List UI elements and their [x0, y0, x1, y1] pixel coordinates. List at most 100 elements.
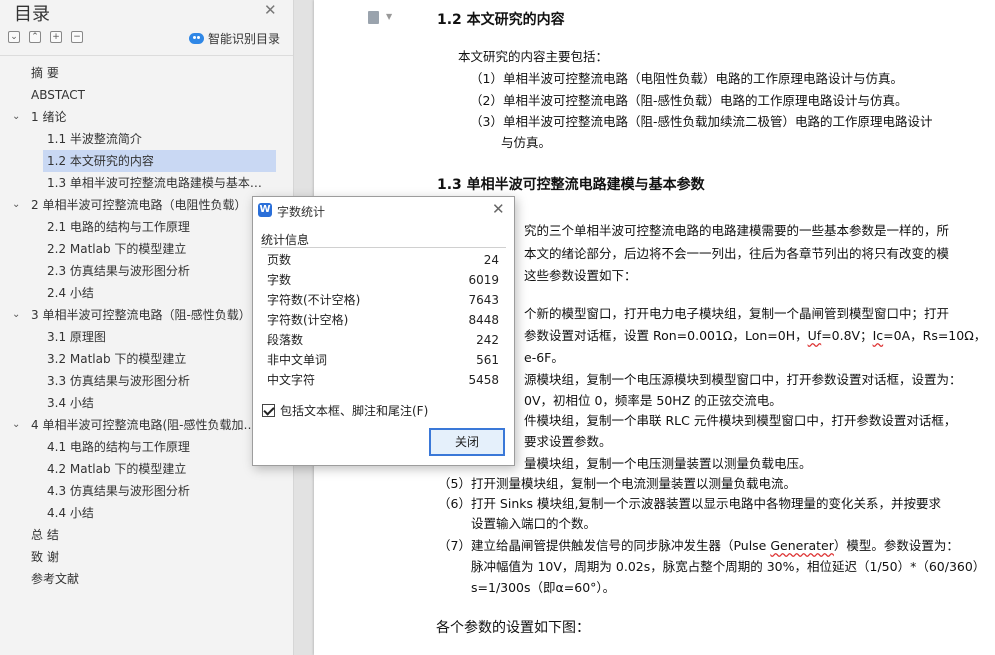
toc-item-label: 致 谢: [31, 550, 59, 564]
stat-row: 字数 6019: [267, 270, 499, 290]
misspelled-word[interactable]: Ic: [873, 328, 884, 343]
close-icon[interactable]: ✕: [492, 200, 505, 218]
smart-toc-button[interactable]: 智能识别目录: [189, 30, 280, 47]
stat-value: 8448: [468, 313, 499, 327]
toc-item-label: 2.1 电路的结构与工作原理: [47, 220, 190, 234]
toc-item[interactable]: 1.2 本文研究的内容: [43, 150, 276, 172]
remove-heading-icon[interactable]: −: [71, 31, 83, 43]
stat-label: 字数: [267, 273, 292, 287]
paragraph: 本文研究的内容主要包括：: [458, 49, 609, 64]
chevron-down-icon[interactable]: ⌄: [12, 106, 20, 128]
chevron-down-icon[interactable]: ⌄: [12, 194, 20, 216]
toc-item-label: 2.2 Matlab 下的模型建立: [47, 242, 187, 256]
expand-all-icon[interactable]: ⌄: [8, 31, 20, 43]
stat-label: 非中文单词: [267, 353, 328, 367]
checkbox-checked-icon[interactable]: [262, 404, 275, 417]
toc-panel: 目录 ✕ ⌄ ⌃ + − 智能识别目录 摘 要 ABSTACT ⌄ 1 绪论 1.1 半…: [0, 0, 294, 655]
paragraph: 量模块组，复制一个电压测量装置以测量负载电压。: [524, 456, 812, 471]
toc-item[interactable]: 3.2 Matlab 下的模型建立: [43, 348, 268, 370]
toc-item-label: 4 单相半波可控整流电路(阻-感性负载加续流二极管): [31, 418, 264, 432]
toc-item[interactable]: 4.3 仿真结果与波形图分析: [43, 480, 268, 502]
stat-row: 非中文单词 561: [267, 350, 499, 370]
toc-item[interactable]: 总 结: [27, 524, 268, 546]
misspelled-word[interactable]: Uf: [808, 328, 822, 343]
toc-item-label: 4.3 仿真结果与波形图分析: [47, 484, 190, 498]
toc-item[interactable]: ⌄ 1 绪论: [12, 106, 268, 128]
robot-icon: [189, 33, 204, 44]
stat-label: 字符数(计空格): [267, 313, 349, 327]
toc-item-label: ABSTACT: [31, 88, 85, 102]
include-textbox-checkbox[interactable]: 包括文本框、脚注和尾注(F): [262, 402, 428, 419]
text-run: （7）建立给晶闸管提供触发信号的同步脉冲发生器（Pulse: [438, 538, 771, 553]
toc-item-label: 3.1 原理图: [47, 330, 106, 344]
toc-item[interactable]: 4.2 Matlab 下的模型建立: [43, 458, 268, 480]
add-heading-icon[interactable]: +: [50, 31, 62, 43]
toc-item-label: 4.1 电路的结构与工作原理: [47, 440, 190, 454]
paragraph: 个新的模型窗口，打开电力电子模块组，复制一个晶闸管到模型窗口中；打开: [524, 306, 950, 321]
wps-logo-icon: W: [258, 203, 272, 217]
stat-value: 6019: [468, 273, 499, 287]
stat-value: 5458: [468, 373, 499, 387]
smart-toc-label: 智能识别目录: [208, 32, 281, 46]
paragraph: e-6F。: [524, 350, 564, 365]
toc-toolbar: ⌄ ⌃ + −: [8, 31, 83, 45]
page-icon[interactable]: [368, 11, 379, 24]
stat-label: 页数: [267, 253, 292, 267]
toc-item-label: 3.4 小结: [47, 396, 94, 410]
chevron-down-icon[interactable]: ⌄: [12, 414, 20, 436]
divider: [261, 247, 506, 248]
toc-item[interactable]: ABSTACT: [27, 84, 268, 106]
close-icon[interactable]: ✕: [264, 1, 277, 19]
toc-item[interactable]: 1.1 半波整流简介: [43, 128, 268, 150]
close-button[interactable]: 关闭: [429, 428, 505, 456]
toc-item[interactable]: 4.1 电路的结构与工作原理: [43, 436, 268, 458]
divider: [0, 55, 293, 56]
toc-item[interactable]: 参考文献: [27, 568, 268, 590]
toc-item[interactable]: 致 谢: [27, 546, 268, 568]
toc-item[interactable]: ⌄ 3 单相半波可控整流电路（阻-感性负载）: [12, 304, 268, 326]
toc-item-label: 摘 要: [31, 66, 59, 80]
dialog-titlebar[interactable]: W 字数统计 ✕: [253, 197, 514, 223]
toc-item[interactable]: ⌄ 2 单相半波可控整流电路（电阻性负载）: [12, 194, 268, 216]
word-count-dialog: W 字数统计 ✕ 统计信息 页数 24 字数 6019 字符数(不计空格) 7643 字符数…: [252, 196, 515, 466]
text-run: 参数设置对话框，设置 Ron=0.001Ω，Lon=0H，: [524, 328, 808, 343]
paragraph: 究的三个单相半波可控整流电路的电路建模需要的一些基本参数是一样的，所: [524, 223, 950, 238]
stat-label: 段落数: [267, 333, 304, 347]
toc-item-label: 总 结: [31, 528, 59, 542]
stat-row: 字符数(计空格) 8448: [267, 310, 499, 330]
collapse-all-icon[interactable]: ⌃: [29, 31, 41, 43]
toc-item[interactable]: 1.3 单相半波可控整流电路建模与基本参数: [43, 172, 268, 194]
toc-item-label: 2.3 仿真结果与波形图分析: [47, 264, 190, 278]
paragraph: 本文的绪论部分，后边将不会一一列出，往后为各章节列出的将只有改变的模: [524, 246, 950, 261]
chevron-down-icon[interactable]: ⌄: [12, 304, 20, 326]
misspelled-word[interactable]: Generater: [770, 538, 834, 553]
toc-title: 目录: [14, 4, 50, 25]
heading-1-3: 1.3 单相半波可控整流电路建模与基本参数: [437, 177, 705, 193]
toc-item-label: 3 单相半波可控整流电路（阻-感性负载）: [31, 308, 251, 322]
stat-value: 242: [476, 333, 499, 347]
toc-item[interactable]: 2.4 小结: [43, 282, 268, 304]
paragraph: s=1/300s（即α=60°）。: [471, 580, 616, 595]
toc-item-label: 3.2 Matlab 下的模型建立: [47, 352, 187, 366]
toc-item-label: 4.4 小结: [47, 506, 94, 520]
toc-item[interactable]: 3.3 仿真结果与波形图分析: [43, 370, 268, 392]
toc-item-label: 1.3 单相半波可控整流电路建模与基本参数: [47, 176, 264, 190]
toc-item[interactable]: 3.1 原理图: [43, 326, 268, 348]
stat-value: 24: [483, 253, 499, 267]
toc-item[interactable]: 2.2 Matlab 下的模型建立: [43, 238, 268, 260]
toc-item[interactable]: 2.3 仿真结果与波形图分析: [43, 260, 268, 282]
toc-item-label: 1.1 半波整流简介: [47, 132, 142, 146]
toc-item[interactable]: 3.4 小结: [43, 392, 268, 414]
toc-item[interactable]: 摘 要: [27, 62, 268, 84]
toc-item[interactable]: 2.1 电路的结构与工作原理: [43, 216, 268, 238]
chevron-down-icon[interactable]: ▼: [386, 12, 392, 21]
paragraph: 脉冲幅值为 10V，周期为 0.02s，脉宽占整个周期的 30%，相位延迟（1/…: [471, 559, 986, 574]
paragraph: 件模块组，复制一个串联 RLC 元件模块到模型窗口中，打开参数设置对话框，: [524, 413, 957, 428]
toc-item-label: 3.3 仿真结果与波形图分析: [47, 374, 190, 388]
toc-item[interactable]: 4.4 小结: [43, 502, 268, 524]
toc-item-label: 1.2 本文研究的内容: [47, 154, 154, 168]
toc-item[interactable]: ⌄ 4 单相半波可控整流电路(阻-感性负载加续流二极管): [12, 414, 268, 436]
paragraph: 与仿真。: [501, 135, 552, 150]
paragraph: 设置输入端口的个数。: [471, 516, 597, 531]
paragraph: 要求设置参数。: [524, 434, 612, 449]
